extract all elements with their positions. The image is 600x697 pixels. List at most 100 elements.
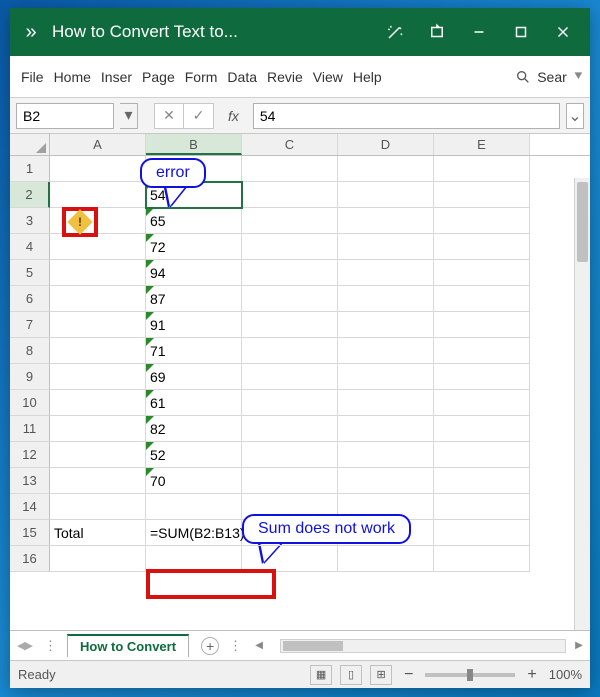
sheet-nav-buttons[interactable]: ◀ ▶	[14, 639, 34, 652]
cell-C5[interactable]	[242, 260, 338, 286]
formula-bar-expand[interactable]: ⌄	[566, 103, 584, 129]
view-page-break-button[interactable]: ⊞	[370, 665, 392, 685]
cell-E13[interactable]	[434, 468, 530, 494]
row-header-14[interactable]: 14	[10, 494, 50, 520]
cell-B5[interactable]: 94	[146, 260, 242, 286]
row-header-16[interactable]: 16	[10, 546, 50, 572]
cell-D5[interactable]	[338, 260, 434, 286]
zoom-in-button[interactable]: +	[523, 666, 540, 684]
error-indicator[interactable]: !	[62, 207, 98, 237]
cell-E14[interactable]	[434, 494, 530, 520]
view-page-layout-button[interactable]: ▯	[340, 665, 362, 685]
close-button[interactable]	[542, 8, 584, 56]
view-normal-button[interactable]: ▦	[310, 665, 332, 685]
vertical-scrollbar[interactable]	[574, 178, 590, 630]
cell-D10[interactable]	[338, 390, 434, 416]
cell-B14[interactable]	[146, 494, 242, 520]
tab-page[interactable]: Page	[137, 69, 180, 85]
cell-D16[interactable]	[338, 546, 434, 572]
cell-C3[interactable]	[242, 208, 338, 234]
row-header-2[interactable]: 2	[10, 182, 50, 208]
cell-A16[interactable]	[50, 546, 146, 572]
cell-B15[interactable]: =SUM(B2:B13)	[146, 520, 242, 546]
column-header-C[interactable]: C	[242, 134, 338, 155]
cell-C11[interactable]	[242, 416, 338, 442]
cell-E4[interactable]	[434, 234, 530, 260]
row-header-8[interactable]: 8	[10, 338, 50, 364]
row-header-7[interactable]: 7	[10, 312, 50, 338]
column-header-E[interactable]: E	[434, 134, 530, 155]
cell-A8[interactable]	[50, 338, 146, 364]
cell-D3[interactable]	[338, 208, 434, 234]
row-header-10[interactable]: 10	[10, 390, 50, 416]
cell-A15[interactable]: Total	[50, 520, 146, 546]
hscroll-right[interactable]: ▶	[572, 640, 586, 651]
tab-inser[interactable]: Inser	[96, 69, 137, 85]
cell-E7[interactable]	[434, 312, 530, 338]
horizontal-scrollbar[interactable]	[280, 639, 566, 653]
cell-C16[interactable]	[242, 546, 338, 572]
cell-A10[interactable]	[50, 390, 146, 416]
tab-help[interactable]: Help	[348, 69, 387, 85]
cell-D6[interactable]	[338, 286, 434, 312]
ribbon-collapse-icon[interactable]: ⯆	[573, 68, 584, 85]
sheet-options[interactable]: ⋮	[225, 638, 246, 654]
tab-home[interactable]: Home	[49, 69, 96, 85]
cell-A13[interactable]	[50, 468, 146, 494]
zoom-level[interactable]: 100%	[549, 667, 582, 682]
cell-A11[interactable]	[50, 416, 146, 442]
row-header-4[interactable]: 4	[10, 234, 50, 260]
ribbon-display-icon[interactable]	[416, 8, 458, 56]
cell-D2[interactable]	[338, 182, 434, 208]
cell-B7[interactable]: 91	[146, 312, 242, 338]
select-all-corner[interactable]	[10, 134, 50, 155]
cell-E3[interactable]	[434, 208, 530, 234]
wand-icon[interactable]	[374, 8, 416, 56]
zoom-thumb[interactable]	[467, 669, 473, 681]
cell-C4[interactable]	[242, 234, 338, 260]
row-header-3[interactable]: 3	[10, 208, 50, 234]
cell-B6[interactable]: 87	[146, 286, 242, 312]
cell-D11[interactable]	[338, 416, 434, 442]
cell-A6[interactable]	[50, 286, 146, 312]
cell-E5[interactable]	[434, 260, 530, 286]
cancel-formula-button[interactable]: ✕	[154, 103, 184, 129]
tab-revie[interactable]: Revie	[262, 69, 308, 85]
cell-C12[interactable]	[242, 442, 338, 468]
tab-data[interactable]: Data	[222, 69, 262, 85]
cell-E10[interactable]	[434, 390, 530, 416]
grid-body[interactable]: ! error Sum does not work 12543654725946…	[10, 156, 590, 630]
cell-C10[interactable]	[242, 390, 338, 416]
cell-E16[interactable]	[434, 546, 530, 572]
sheet-nav-more[interactable]: ⋮	[40, 638, 61, 654]
cell-C7[interactable]	[242, 312, 338, 338]
cell-A9[interactable]	[50, 364, 146, 390]
column-header-B[interactable]: B	[146, 134, 242, 155]
row-header-11[interactable]: 11	[10, 416, 50, 442]
row-header-15[interactable]: 15	[10, 520, 50, 546]
cell-D7[interactable]	[338, 312, 434, 338]
cell-C1[interactable]	[242, 156, 338, 182]
search-button[interactable]: Sear	[515, 69, 567, 85]
cell-C13[interactable]	[242, 468, 338, 494]
cell-B12[interactable]: 52	[146, 442, 242, 468]
cell-D9[interactable]	[338, 364, 434, 390]
cell-C2[interactable]	[242, 182, 338, 208]
row-header-12[interactable]: 12	[10, 442, 50, 468]
cell-B16[interactable]	[146, 546, 242, 572]
cell-E1[interactable]	[434, 156, 530, 182]
tab-view[interactable]: View	[308, 69, 348, 85]
horizontal-scroll-thumb[interactable]	[283, 641, 343, 651]
minimize-button[interactable]	[458, 8, 500, 56]
cell-D12[interactable]	[338, 442, 434, 468]
row-header-9[interactable]: 9	[10, 364, 50, 390]
cell-A14[interactable]	[50, 494, 146, 520]
tab-file[interactable]: File	[16, 69, 49, 85]
cell-A7[interactable]	[50, 312, 146, 338]
cell-A2[interactable]	[50, 182, 146, 208]
fx-icon[interactable]: fx	[228, 108, 239, 124]
row-header-5[interactable]: 5	[10, 260, 50, 286]
formula-bar[interactable]: 54	[253, 103, 560, 129]
zoom-slider[interactable]	[425, 673, 515, 677]
cell-A1[interactable]	[50, 156, 146, 182]
